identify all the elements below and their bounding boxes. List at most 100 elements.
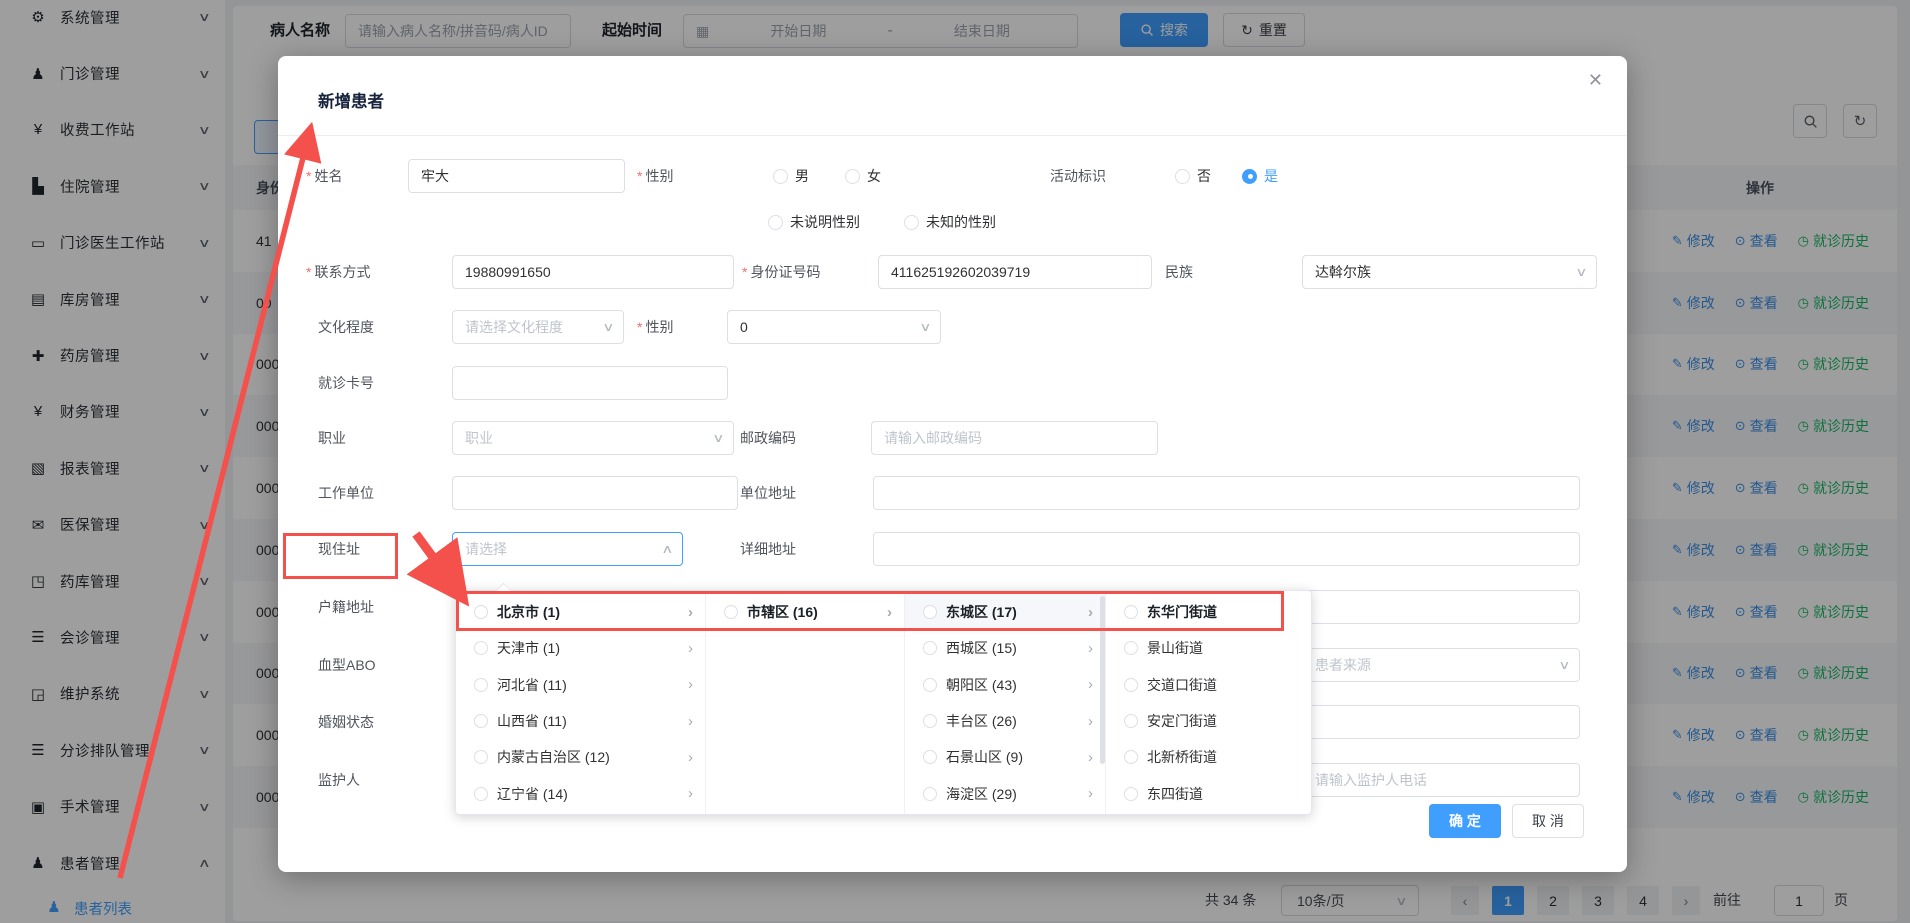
cancel-button[interactable]: 取 消 bbox=[1512, 804, 1584, 838]
radio-icon[interactable] bbox=[474, 750, 488, 764]
active-yes-radio[interactable]: 是 bbox=[1242, 159, 1278, 193]
radio-icon[interactable] bbox=[1124, 750, 1138, 764]
chevron-down-icon: ∨ bbox=[602, 320, 614, 334]
confirm-button[interactable]: 确 定 bbox=[1429, 804, 1501, 838]
cascader-province-option[interactable]: 山西省 (11) › bbox=[456, 703, 705, 739]
contact-label: *联系方式 bbox=[306, 255, 370, 289]
radio-icon[interactable] bbox=[923, 714, 937, 728]
ethnicity-label: 民族 bbox=[1165, 255, 1193, 289]
gender-female-radio[interactable]: 女 bbox=[845, 159, 881, 193]
cascader-option-label: 海淀区 (29) bbox=[946, 784, 1017, 804]
cascader-district-option[interactable]: 丰台区 (26) › bbox=[905, 703, 1105, 739]
occupation-select[interactable]: 职业 ∨ bbox=[452, 421, 734, 455]
cascader-option-label: 内蒙古自治区 (12) bbox=[497, 747, 610, 767]
gender-label: *性别 bbox=[637, 159, 673, 193]
cascader-option-label: 东城区 (17) bbox=[946, 602, 1017, 622]
chevron-right-icon: › bbox=[688, 676, 693, 693]
name-input[interactable] bbox=[408, 159, 625, 193]
cascader-province-option[interactable]: 内蒙古自治区 (12) › bbox=[456, 739, 705, 775]
active-no-radio[interactable]: 否 bbox=[1175, 159, 1211, 193]
cascader-option-label: 市辖区 (16) bbox=[747, 602, 818, 622]
chevron-right-icon: › bbox=[1088, 713, 1093, 730]
education-select[interactable]: 请选择文化程度 ∨ bbox=[452, 310, 624, 344]
patient-source-select[interactable]: 患者来源 ∨ bbox=[1302, 648, 1580, 682]
radio-icon[interactable] bbox=[474, 641, 488, 655]
postcode-input[interactable] bbox=[871, 421, 1158, 455]
radio-icon[interactable] bbox=[923, 605, 937, 619]
radio-icon[interactable] bbox=[923, 750, 937, 764]
cascader-district-option[interactable]: 海淀区 (29) › bbox=[905, 775, 1105, 811]
guardian-phone-input[interactable] bbox=[1302, 763, 1580, 797]
gender-unknown-radio[interactable]: 未知的性别 bbox=[904, 205, 996, 239]
cascader-street-option[interactable]: 北新桥街道 bbox=[1106, 739, 1310, 775]
cascader-district-option[interactable]: 朝阳区 (43) › bbox=[905, 667, 1105, 703]
current-address-select[interactable]: 请选择 ∧ bbox=[452, 532, 683, 566]
cascader-district-option[interactable]: 西城区 (15) › bbox=[905, 630, 1105, 666]
cascader-province-option[interactable]: 河北省 (11) › bbox=[456, 667, 705, 703]
radio-icon[interactable] bbox=[474, 605, 488, 619]
chevron-right-icon: › bbox=[1088, 749, 1093, 766]
active-flag-label: 活动标识 bbox=[1050, 159, 1106, 193]
chevron-right-icon: › bbox=[887, 604, 892, 621]
cascader-city-option[interactable]: 市辖区 (16) › bbox=[706, 594, 904, 630]
id-number-input[interactable] bbox=[878, 255, 1152, 289]
id-number-label: *身份证号码 bbox=[742, 255, 820, 289]
unit-address-input[interactable] bbox=[873, 476, 1580, 510]
cascader-province-option[interactable]: 辽宁省 (14) › bbox=[456, 775, 705, 811]
cascader-street-option[interactable]: 景山街道 bbox=[1106, 630, 1310, 666]
education-label: 文化程度 bbox=[318, 310, 374, 344]
radio-icon[interactable] bbox=[474, 787, 488, 801]
cascader-option-label: 北新桥街道 bbox=[1147, 747, 1217, 767]
cascader-district-option[interactable]: 东城区 (17) › bbox=[905, 594, 1105, 630]
chevron-right-icon: › bbox=[1088, 640, 1093, 657]
radio-icon[interactable] bbox=[1124, 605, 1138, 619]
radio-icon[interactable] bbox=[1124, 787, 1138, 801]
chevron-right-icon: › bbox=[688, 604, 693, 621]
cascader-street-option[interactable]: 安定门街道 bbox=[1106, 703, 1310, 739]
scrollbar[interactable] bbox=[1100, 596, 1105, 764]
cascader-option-label: 朝阳区 (43) bbox=[946, 675, 1017, 695]
radio-icon bbox=[1175, 169, 1190, 184]
cascader-province-option[interactable]: 北京市 (1) › bbox=[456, 594, 705, 630]
gender-male-radio[interactable]: 男 bbox=[773, 159, 809, 193]
radio-icon bbox=[904, 215, 919, 230]
chevron-right-icon: › bbox=[688, 785, 693, 802]
radio-icon[interactable] bbox=[1124, 714, 1138, 728]
work-unit-input[interactable] bbox=[452, 476, 738, 510]
cascader-province-option[interactable]: 天津市 (1) › bbox=[456, 630, 705, 666]
radio-icon[interactable] bbox=[923, 641, 937, 655]
cascader-district-option[interactable]: 石景山区 (9) › bbox=[905, 739, 1105, 775]
work-unit-label: 工作单位 bbox=[318, 476, 374, 510]
radio-icon[interactable] bbox=[724, 605, 738, 619]
radio-icon[interactable] bbox=[1124, 641, 1138, 655]
cascader-option-label: 东华门街道 bbox=[1147, 602, 1217, 622]
cascader-street-option[interactable]: 交道口街道 bbox=[1106, 667, 1310, 703]
gender-unspecified-radio[interactable]: 未说明性别 bbox=[768, 205, 860, 239]
occupation-label: 职业 bbox=[318, 421, 346, 455]
ethnicity-select[interactable]: 达斡尔族 ∨ bbox=[1302, 255, 1597, 289]
current-address-label: 现住址 bbox=[318, 532, 360, 566]
contact-input[interactable] bbox=[452, 255, 734, 289]
postcode-label: 邮政编码 bbox=[740, 421, 796, 455]
radio-icon[interactable] bbox=[923, 678, 937, 692]
radio-icon bbox=[773, 169, 788, 184]
radio-icon[interactable] bbox=[474, 714, 488, 728]
gender-select[interactable]: 0 ∨ bbox=[727, 310, 941, 344]
unit-address-label: 单位地址 bbox=[740, 476, 796, 510]
card-no-input[interactable] bbox=[452, 366, 728, 400]
cascader-option-label: 西城区 (15) bbox=[946, 638, 1017, 658]
radio-icon[interactable] bbox=[1124, 678, 1138, 692]
chevron-right-icon: › bbox=[688, 749, 693, 766]
screen: ⚙ 系统管理 ∨ ♟ 门诊管理 ∨ ¥ 收费工作站 ∨ ▙ 住院管理 ∨ bbox=[0, 0, 1910, 923]
close-icon[interactable]: ✕ bbox=[1588, 70, 1603, 91]
modal-title: 新增患者 bbox=[318, 88, 384, 112]
detail-address-input[interactable] bbox=[873, 532, 1580, 566]
cascader-street-option[interactable]: 东四街道 bbox=[1106, 775, 1310, 811]
radio-icon[interactable] bbox=[474, 678, 488, 692]
address-cascader-panel: 北京市 (1) › 天津市 (1) › 河北省 (11) › 山西省 (11) … bbox=[455, 590, 1312, 815]
cascader-option-label: 交道口街道 bbox=[1147, 675, 1217, 695]
divider bbox=[278, 135, 1627, 136]
cascader-street-option[interactable]: 东华门街道 bbox=[1106, 594, 1310, 630]
radio-icon[interactable] bbox=[923, 787, 937, 801]
cascader-option-label: 石景山区 (9) bbox=[946, 747, 1023, 767]
